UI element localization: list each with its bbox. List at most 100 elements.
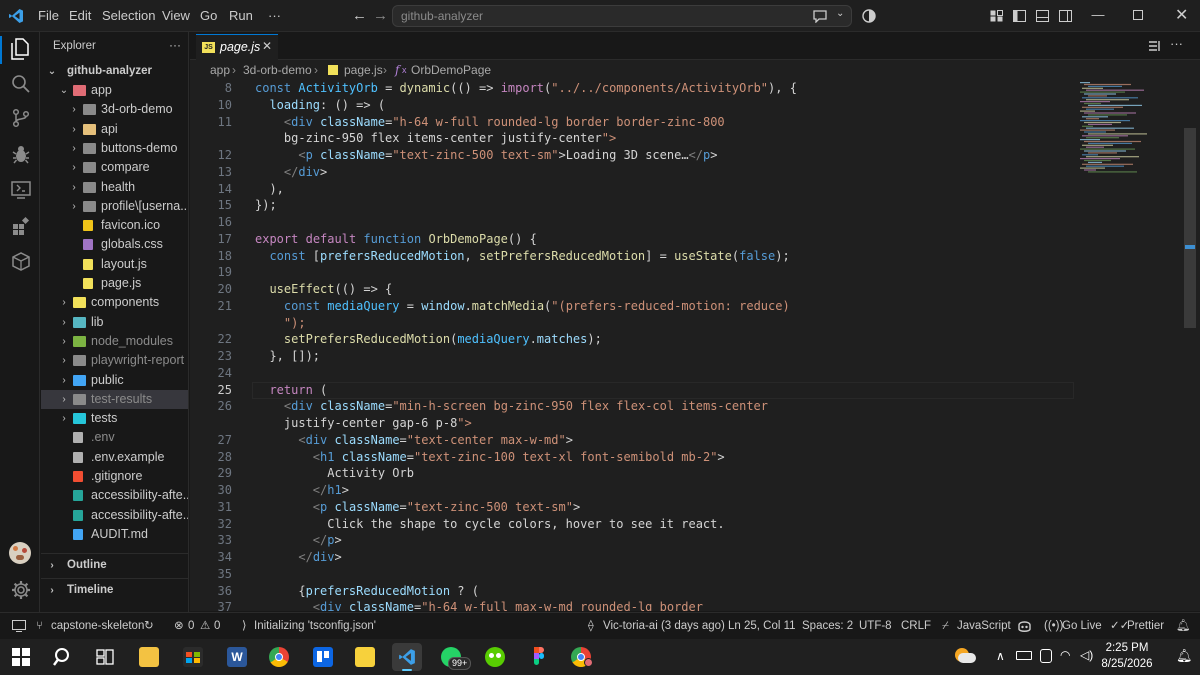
code-line[interactable]: <div className="h-64 w-full rounded-lg b… <box>255 114 725 131</box>
code-line[interactable]: loading: () => ( <box>255 97 385 114</box>
file-layout-js[interactable]: layout.js <box>41 255 188 274</box>
whatsapp-icon[interactable]: 99+ <box>436 643 472 671</box>
more-actions-icon[interactable]: ··· <box>1170 36 1183 51</box>
code-line[interactable]: ), <box>255 181 283 198</box>
notifications-bell-icon[interactable]: 🔔︎ <box>1176 648 1193 664</box>
code-line[interactable]: setPrefersReducedMotion(mediaQuery.match… <box>255 331 602 348</box>
maximize-icon[interactable] <box>1133 10 1143 20</box>
code-line[interactable]: const [prefersReducedMotion, setPrefersR… <box>255 248 789 265</box>
source-control-icon[interactable] <box>11 108 31 128</box>
breadcrumb-3d-orb-demo[interactable]: 3d-orb-demo <box>243 60 312 80</box>
sync-icon[interactable]: ↻ <box>144 613 154 639</box>
copilot-icon[interactable] <box>1017 619 1032 633</box>
code-line[interactable]: <div className="min-h-screen bg-zinc-950… <box>255 398 768 415</box>
wifi-icon[interactable]: ◠ <box>1060 648 1070 662</box>
accounts-icon[interactable] <box>862 9 876 23</box>
git-blame[interactable]: Vic-toria-ai (3 days ago) <box>603 613 725 639</box>
code-line[interactable]: return ( <box>255 382 327 399</box>
back-arrow-icon[interactable]: ← <box>352 7 367 24</box>
code-line[interactable]: </p> <box>255 532 342 549</box>
folder-app[interactable]: ⌄ app <box>41 81 188 100</box>
file-explorer-icon[interactable] <box>134 643 164 671</box>
notifications-bell-icon[interactable]: 🔔︎ <box>1176 613 1191 639</box>
breadcrumb-page-js[interactable]: page.js <box>344 60 383 80</box>
code-line[interactable]: {prefersReducedMotion ? ( <box>255 583 479 600</box>
indentation[interactable]: Spaces: 2 <box>802 613 853 639</box>
warning-icon[interactable]: ⚠ <box>200 613 210 639</box>
broadcast-icon[interactable]: ((•)) <box>1044 613 1063 639</box>
scrollbar-thumb[interactable] <box>1184 128 1196 328</box>
code-line[interactable]: <h1 className="text-zinc-100 text-xl fon… <box>255 449 725 466</box>
code-line[interactable]: <div className="h-64 w-full max-w-md rou… <box>255 599 703 611</box>
code-line[interactable]: <div className="text-center max-w-md"> <box>255 432 573 449</box>
cursor-position[interactable]: Ln 25, Col 11 <box>728 613 796 639</box>
remote-indicator-icon[interactable] <box>12 620 26 632</box>
folder-playwright-report[interactable]: › playwright-report <box>41 351 188 370</box>
file-favicon-ico[interactable]: favicon.ico <box>41 216 188 235</box>
folder-compare[interactable]: › compare <box>41 158 188 177</box>
chevron-down-icon[interactable]: ⌄ <box>836 8 844 19</box>
run-debug-icon[interactable] <box>11 144 31 164</box>
timeline-section[interactable]: › Timeline <box>41 581 188 600</box>
branch-name[interactable]: capstone-skeleton <box>51 613 144 639</box>
editor-scrollbar[interactable] <box>1184 80 1198 611</box>
chrome-profile-icon[interactable] <box>566 643 596 671</box>
go-live-button[interactable]: Go Live <box>1062 613 1102 639</box>
forward-arrow-icon[interactable]: → <box>373 7 388 24</box>
folder-api[interactable]: › api <box>41 120 188 139</box>
code-line[interactable]: }, []); <box>255 348 320 365</box>
show-hidden-icons-chevron-icon[interactable]: ∧ <box>996 649 1005 663</box>
folder-profile-userna[interactable]: › profile\[userna... <box>41 197 188 216</box>
sticky-notes-icon[interactable] <box>350 643 380 671</box>
code-line[interactable]: Click the shape to cycle colors, hover t… <box>255 516 724 533</box>
remote-explorer-icon[interactable] <box>11 180 31 200</box>
search-icon[interactable] <box>11 74 31 94</box>
file-page-js[interactable]: page.js <box>41 274 188 293</box>
explorer-more-actions-icon[interactable]: ··· <box>169 38 181 52</box>
code-line[interactable]: <p className="text-zinc-500 text-sm"> <box>255 499 580 516</box>
file-env-example[interactable]: .env.example <box>41 448 188 467</box>
folder-test-results[interactable]: › test-results <box>41 389 188 409</box>
menu-selection[interactable]: Selection <box>102 0 155 32</box>
branch-icon[interactable]: ⑂ <box>36 613 43 639</box>
folder-tests[interactable]: › tests <box>41 409 188 428</box>
close-window-icon[interactable]: ✕ <box>1175 5 1188 25</box>
code-line[interactable]: <p className="text-zinc-500 text-sm">Loa… <box>255 147 717 164</box>
code-line[interactable]: </div> <box>255 164 327 181</box>
word-icon[interactable]: W <box>222 643 252 671</box>
windows-start-icon[interactable] <box>12 648 30 666</box>
customize-layout-icon[interactable] <box>990 10 1003 22</box>
toggle-panel-icon[interactable] <box>1036 10 1049 22</box>
figma-icon[interactable] <box>524 643 554 671</box>
workspace-root[interactable]: ⌄ github-analyzer <box>41 62 188 81</box>
folder-node-modules[interactable]: › node_modules <box>41 332 188 351</box>
file-accessibility-afte[interactable]: accessibility-afte... <box>41 486 188 505</box>
menu-file[interactable]: File <box>38 0 59 32</box>
menu-more[interactable]: ··· <box>268 0 281 32</box>
microsoft-store-icon[interactable] <box>178 643 208 671</box>
language-mode[interactable]: JavaScript <box>957 613 1011 639</box>
code-line[interactable]: "); <box>255 315 306 332</box>
open-changes-icon[interactable] <box>1148 40 1162 52</box>
minimap[interactable] <box>1076 80 1184 611</box>
file-audit-md[interactable]: AUDIT.md <box>41 525 188 544</box>
folder-public[interactable]: › public <box>41 371 188 390</box>
outline-section[interactable]: › Outline <box>41 556 188 575</box>
menu-edit[interactable]: Edit <box>69 0 91 32</box>
code-line[interactable]: Activity Orb <box>255 465 414 482</box>
error-icon[interactable]: ⊗ <box>174 613 184 639</box>
folder-buttons-demo[interactable]: › buttons-demo <box>41 139 188 158</box>
weather-icon[interactable] <box>952 645 976 667</box>
file-accessibility-afte[interactable]: accessibility-afte... <box>41 506 188 525</box>
camera-icon[interactable] <box>1040 649 1052 663</box>
clock-date[interactable]: 8/25/2026 <box>1098 658 1156 670</box>
command-center-search[interactable]: github-analyzer <box>392 5 852 27</box>
account-avatar[interactable] <box>9 542 31 564</box>
clock-time[interactable]: 2:25 PM <box>1104 642 1150 654</box>
search-icon[interactable] <box>53 647 73 667</box>
code-line[interactable]: </div> <box>255 549 341 566</box>
menu-view[interactable]: View <box>162 0 190 32</box>
code-line[interactable]: </h1> <box>255 482 349 499</box>
code-line[interactable]: useEffect(() => { <box>255 281 392 298</box>
explorer-files-icon[interactable] <box>10 38 30 60</box>
